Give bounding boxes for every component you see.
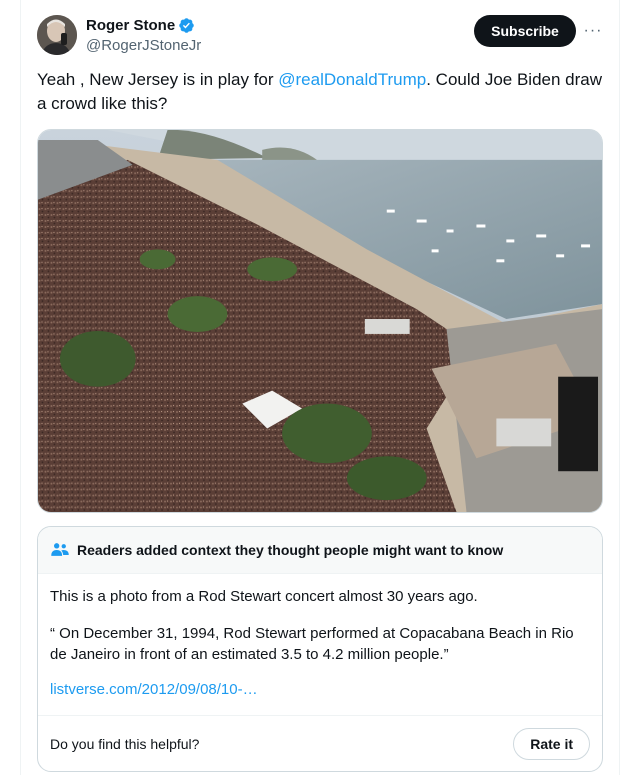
verified-badge-icon bbox=[179, 17, 194, 33]
author-name-row: Roger Stone bbox=[86, 15, 195, 35]
author-display-name[interactable]: Roger Stone bbox=[86, 17, 175, 34]
more-options-icon[interactable]: ··· bbox=[582, 20, 604, 42]
subscribe-button[interactable]: Subscribe bbox=[474, 15, 576, 47]
note-quote: “ On December 31, 1994, Rod Stewart perf… bbox=[50, 625, 574, 663]
author-handle[interactable]: @RogerJStoneJr bbox=[86, 37, 201, 54]
tweet-photo[interactable] bbox=[37, 129, 603, 513]
avatar-photo bbox=[37, 15, 77, 55]
rate-it-button[interactable]: Rate it bbox=[513, 727, 590, 760]
helpful-question: Do you find this helpful? bbox=[50, 735, 200, 752]
community-note-header: Readers added context they thought peopl… bbox=[38, 527, 602, 574]
community-note-footer: Do you find this helpful? Rate it bbox=[38, 715, 602, 771]
note-source-link[interactable]: listverse.com/2012/09/08/10-… bbox=[50, 679, 590, 700]
community-note: Readers added context they thought peopl… bbox=[37, 526, 603, 772]
mention-link[interactable]: @realDonaldTrump bbox=[278, 70, 426, 89]
crowd-beach-photo bbox=[38, 130, 602, 512]
avatar[interactable] bbox=[37, 15, 77, 55]
people-icon bbox=[51, 543, 69, 556]
tweet-text-start: Yeah , New Jersey is in play for bbox=[37, 70, 279, 89]
tweet-text: Yeah , New Jersey is in play for @realDo… bbox=[37, 68, 607, 116]
community-note-body: This is a photo from a Rod Stewart conce… bbox=[38, 574, 602, 700]
note-paragraph: This is a photo from a Rod Stewart conce… bbox=[50, 588, 478, 605]
community-note-title: Readers added context they thought peopl… bbox=[77, 542, 504, 558]
